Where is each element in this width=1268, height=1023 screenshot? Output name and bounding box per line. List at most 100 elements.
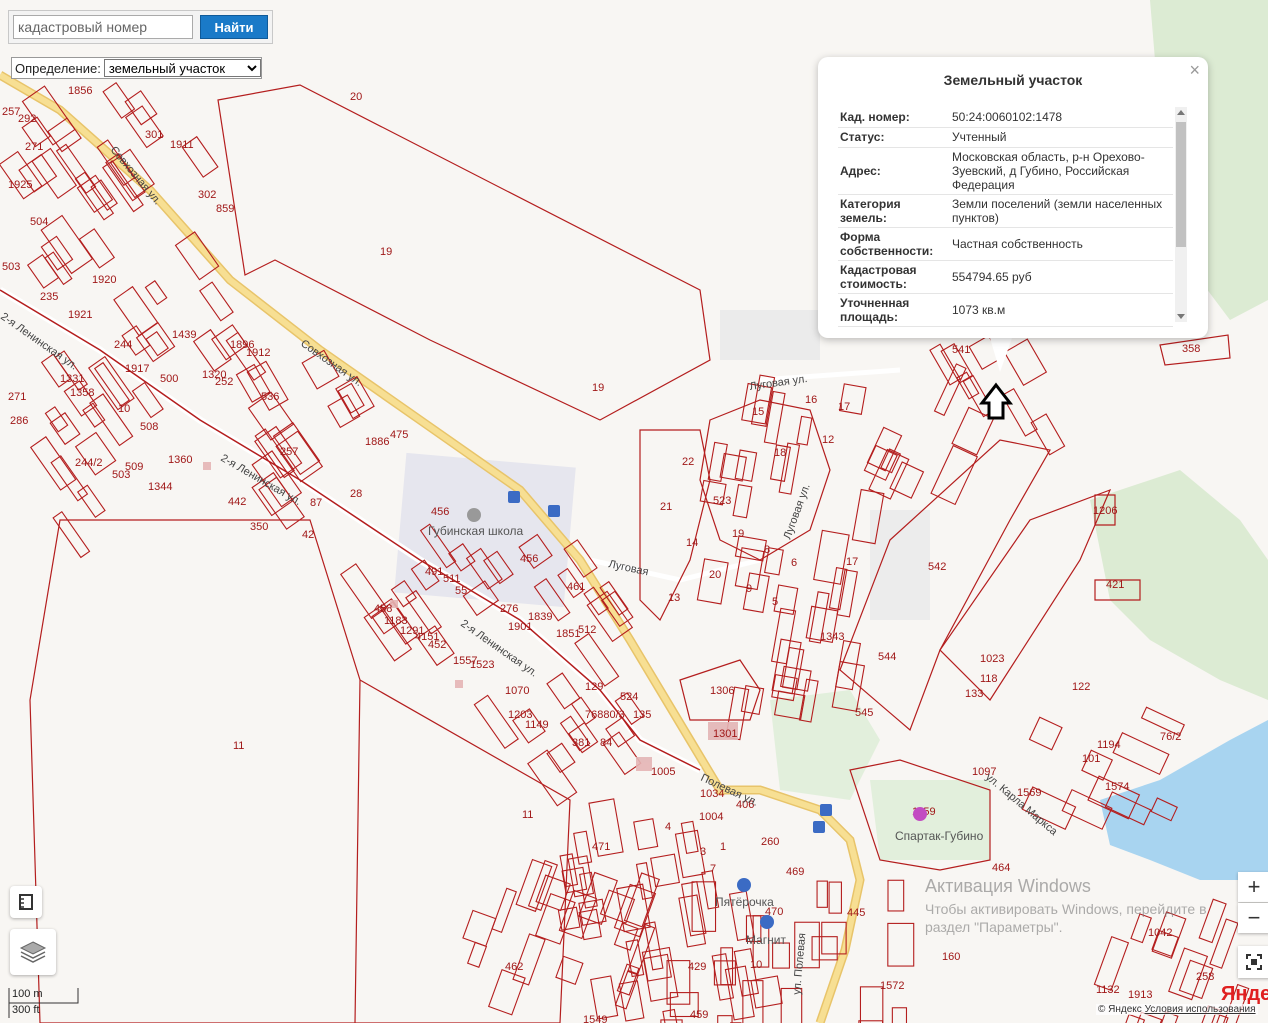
bus-stop-icon bbox=[820, 804, 832, 816]
parcel-number-label: 17 bbox=[846, 556, 858, 568]
parcel-number-label: 459 bbox=[690, 1009, 708, 1021]
scroll-down-icon[interactable] bbox=[1177, 314, 1185, 319]
parcel-number-label: 118 bbox=[980, 673, 998, 685]
row-value: Земли поселений (земли населенных пункто… bbox=[950, 194, 1173, 228]
parcel-number-label: 1004 bbox=[699, 811, 723, 823]
parcel-number-label: 22 bbox=[682, 456, 694, 468]
poi-label[interactable]: Губинская школа bbox=[428, 524, 523, 538]
parcel-number-label: 7 bbox=[710, 863, 716, 875]
parcel-number-label: 244/2 bbox=[75, 457, 103, 469]
parcel-number-label: 3 bbox=[700, 846, 706, 858]
parcel-number-label: 20 bbox=[350, 91, 362, 103]
find-button[interactable]: Найти bbox=[200, 15, 268, 39]
parcel-number-label: 1574 bbox=[1105, 781, 1129, 793]
parcel-number-label: 4 bbox=[665, 821, 671, 833]
parcel-number-label: 524 bbox=[620, 691, 638, 703]
poi-label[interactable]: Спартак-Губино bbox=[895, 829, 984, 843]
bus-stop-icon bbox=[813, 821, 825, 833]
fullscreen-button[interactable] bbox=[1238, 946, 1268, 978]
poi-icon[interactable] bbox=[467, 508, 481, 522]
poi-icon[interactable] bbox=[913, 807, 927, 821]
bus-stop-icon bbox=[548, 505, 560, 517]
parcel-number-label: 135 bbox=[633, 709, 651, 721]
parcel-number-label: 1856 bbox=[68, 85, 92, 97]
parcel-number-label: 292 bbox=[18, 113, 36, 125]
zoom-in-button[interactable]: + bbox=[1238, 872, 1268, 902]
row-key: Форма собственности: bbox=[838, 227, 950, 261]
parcel-info-popup: × Земельный участок Кад. номер: 50:24:006… bbox=[818, 57, 1208, 338]
parcel-number-label: 11 bbox=[233, 740, 244, 752]
parcel-number-label: 511 bbox=[443, 573, 461, 585]
parcel-number-label: 503 bbox=[112, 469, 130, 481]
table-row: Уточненная площадь: 1073 кв.м bbox=[838, 293, 1173, 327]
poi-icon[interactable] bbox=[760, 915, 774, 929]
scrollbar-thumb[interactable] bbox=[1176, 122, 1186, 247]
parcel-number-label: 464 bbox=[992, 862, 1010, 874]
poi-label[interactable]: Магнит bbox=[746, 933, 787, 947]
parcel-number-label: 15 bbox=[752, 406, 764, 418]
parcel-number-label: 19 bbox=[380, 246, 392, 258]
parcel-number-label: 350 bbox=[250, 521, 268, 533]
parcel-number-label: 1194 bbox=[1097, 739, 1121, 751]
parcel-number-label: 381 bbox=[572, 737, 590, 749]
parcel-number-label: 1911 bbox=[170, 139, 194, 151]
fullscreen-icon bbox=[1246, 954, 1262, 970]
parcel-number-label: 1912 bbox=[246, 347, 270, 359]
parcel-number-label: 6 bbox=[791, 557, 797, 569]
parcel-number-label: 276 bbox=[500, 603, 518, 615]
table-row: Статус: Учтенный bbox=[838, 127, 1173, 148]
parcel-number-label: 462 bbox=[505, 961, 523, 973]
parcel-number-label: 1023 bbox=[980, 653, 1004, 665]
parcel-number-label: 1839 bbox=[528, 611, 552, 623]
windows-activation-title: Активация Windows bbox=[925, 876, 1091, 896]
parcel-number-label: 1549 bbox=[583, 1014, 607, 1023]
definition-select[interactable]: земельный участок bbox=[103, 59, 261, 77]
parcel-number-label: 445 bbox=[847, 907, 865, 919]
popup-title: Земельный участок bbox=[943, 72, 1083, 88]
parcel-number-label: 1358 bbox=[70, 387, 94, 399]
poi-label[interactable]: Пятёрочка bbox=[715, 895, 774, 909]
parcel-number-label: 42 bbox=[302, 529, 314, 541]
layers-button[interactable] bbox=[10, 929, 56, 975]
parcel-number-label: 442 bbox=[228, 496, 246, 508]
parcel-number-label: 471 bbox=[592, 841, 610, 853]
parcel-number-label: 133 bbox=[965, 688, 983, 700]
parcel-number-label: 500 bbox=[160, 373, 178, 385]
parcel-number-label: 5 bbox=[772, 596, 778, 608]
parcel-number-label: 1886 bbox=[365, 436, 389, 448]
parcel-info-table: Кад. номер: 50:24:0060102:1478 Статус: Учт… bbox=[838, 107, 1173, 327]
scroll-up-icon[interactable] bbox=[1177, 110, 1185, 115]
parcel-number-label: 8 bbox=[764, 544, 770, 556]
row-key: Кадастровая стоимость: bbox=[838, 260, 950, 294]
table-row: Категория земель: Земли поселений (земли … bbox=[838, 194, 1173, 228]
table-row: Форма собственности: Частная собственност… bbox=[838, 227, 1173, 261]
parcel-number-label: 508 bbox=[140, 421, 158, 433]
parcel-number-label: 475 bbox=[390, 429, 408, 441]
parcel-number-label: 1301 bbox=[713, 728, 737, 740]
popup-scrollbar[interactable] bbox=[1175, 107, 1187, 322]
cadastral-number-input[interactable] bbox=[13, 15, 193, 39]
row-key: Адрес: bbox=[838, 147, 950, 195]
copyright-text: © Яндекс bbox=[1098, 1004, 1142, 1015]
parcel-number-label: 1523 bbox=[470, 659, 494, 671]
parcel-number-label: 1917 bbox=[125, 363, 149, 375]
parcel-number-label: 20 bbox=[709, 569, 721, 581]
parcel-number-label: 1921 bbox=[68, 309, 92, 321]
poi-icon[interactable] bbox=[737, 878, 751, 892]
parcel-number-label: 503 bbox=[2, 261, 20, 273]
parcel-number-label: 76880/3 bbox=[585, 709, 625, 721]
parcel-number-label: 1132 bbox=[1096, 984, 1120, 996]
parcel-number-label: 18 bbox=[774, 447, 786, 459]
table-row: Кад. номер: 50:24:0060102:1478 bbox=[838, 107, 1173, 128]
parcel-number-label: 76/2 bbox=[1160, 731, 1181, 743]
ruler-button[interactable] bbox=[10, 886, 42, 918]
parcel-number-label: 452 bbox=[428, 639, 446, 651]
bus-stop-icon bbox=[508, 491, 520, 503]
parcel-number-label: 458 bbox=[374, 603, 392, 615]
parcel-number-label: 1925 bbox=[8, 179, 32, 191]
scale-imperial: 300 ft bbox=[12, 1004, 40, 1016]
scale-metric: 100 m bbox=[12, 988, 43, 1000]
parcel-number-label: 542 bbox=[928, 561, 946, 573]
row-key: Кад. номер: bbox=[838, 107, 950, 128]
parcel-number-label: 129 bbox=[585, 681, 603, 693]
